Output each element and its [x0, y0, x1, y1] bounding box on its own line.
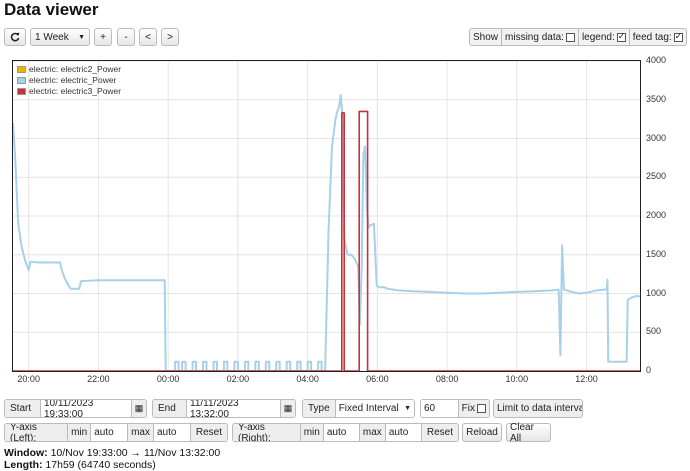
y-right-max-label: max: [358, 424, 386, 441]
feed-tag-toggle[interactable]: feed tag:: [628, 29, 686, 45]
show-label: Show: [473, 31, 499, 43]
y-tick-label: 1000: [646, 287, 667, 298]
x-tick-label: 12:00: [575, 374, 598, 384]
zoom-out-button[interactable]: -: [117, 28, 135, 46]
calendar-icon[interactable]: ▦: [280, 400, 295, 417]
y-tick-label: 1500: [646, 248, 667, 259]
legend-swatch: [17, 66, 26, 73]
legend-toggle-label: legend:: [581, 31, 615, 43]
y-tick-label: 3500: [646, 93, 667, 104]
y-right-max-input[interactable]: auto: [385, 424, 421, 441]
show-options: Show missing data: legend: feed tag:: [469, 28, 687, 46]
y-left-min-label: min: [68, 424, 92, 441]
refresh-icon: [10, 32, 20, 42]
x-tick-label: 08:00: [435, 374, 459, 384]
reload-button[interactable]: Reload: [462, 423, 502, 442]
fix-checkbox[interactable]: [477, 404, 486, 413]
legend-swatch: [17, 88, 26, 95]
x-tick-label: 02:00: [226, 374, 250, 384]
y-tick-label: 500: [646, 326, 662, 337]
feed-tag-checkbox[interactable]: [673, 31, 683, 42]
feed-tag-label: feed tag:: [632, 31, 672, 43]
start-input[interactable]: 10/11/2023 19:33:00: [41, 400, 131, 417]
legend-item: electric: electric2_Power: [17, 64, 121, 75]
chevron-down-icon: ▼: [404, 405, 411, 412]
y-tick-label: 4000: [646, 55, 667, 65]
series-line: [13, 94, 640, 371]
legend-toggle[interactable]: legend:: [577, 29, 629, 45]
type-select[interactable]: Fixed Interval ▼: [335, 400, 414, 417]
y-right-field: Y-axis (Right): min auto max auto Reset: [232, 423, 459, 442]
y-left-max-input[interactable]: auto: [154, 424, 190, 441]
limit-label: Limit to data interval: [497, 403, 583, 414]
pan-right-button[interactable]: >: [161, 28, 179, 46]
y-left-field: Y-axis (Left): min auto max auto Reset: [4, 423, 228, 442]
type-field: Type Fixed Interval ▼: [302, 399, 415, 418]
x-tick-label: 20:00: [17, 374, 40, 384]
y-tick-label: 0: [646, 365, 652, 375]
length-status: Length: 17h59 (64740 seconds): [4, 459, 156, 471]
range-select[interactable]: 1 Week ▼: [30, 28, 90, 46]
clear-all-button[interactable]: Clear All: [506, 422, 551, 444]
missing-data-toggle[interactable]: missing data:: [501, 29, 578, 45]
refresh-button[interactable]: [4, 28, 26, 46]
pan-left-button[interactable]: <: [139, 28, 157, 46]
end-field: End 11/11/2023 13:32:00 ▦: [152, 399, 296, 418]
y-tick-label: 2000: [646, 210, 667, 220]
zoom-in-button[interactable]: +: [94, 28, 112, 46]
legend-checkbox[interactable]: [616, 31, 626, 42]
legend-label: electric: electric_Power: [29, 75, 117, 85]
fix-toggle[interactable]: Fix: [457, 400, 489, 417]
type-label: Type: [303, 400, 336, 417]
window-value: 10/Nov 19:33:00 → 11/Nov 13:32:00: [50, 447, 221, 459]
legend-label: electric: electric3_Power: [29, 86, 122, 96]
chart-legend: electric: electric2_Power electric: elec…: [17, 64, 121, 97]
x-tick-label: 04:00: [296, 374, 319, 384]
legend-swatch: [17, 77, 26, 84]
y-right-label: Y-axis (Right):: [233, 424, 301, 441]
window-status: Window: 10/Nov 19:33:00 → 11/Nov 13:32:0…: [4, 447, 220, 459]
limit-toggle[interactable]: Limit to data interval: [494, 400, 583, 417]
length-value: 17h59 (64740 seconds): [45, 459, 156, 471]
fix-label: Fix: [461, 403, 475, 414]
chart-area[interactable]: [12, 60, 641, 372]
chevron-down-icon: ▼: [78, 33, 85, 41]
end-input[interactable]: 11/11/2023 13:32:00: [187, 400, 280, 417]
y-right-reset-button[interactable]: Reset: [420, 424, 458, 441]
limit-field[interactable]: Limit to data interval: [493, 399, 583, 418]
chart-plot: [13, 61, 640, 371]
interval-field: 60 Fix: [420, 399, 490, 418]
missing-data-label: missing data:: [505, 31, 564, 43]
y-right-min-label: min: [300, 424, 324, 441]
start-label: Start: [5, 400, 41, 417]
calendar-icon[interactable]: ▦: [131, 400, 146, 417]
type-value: Fixed Interval: [338, 403, 399, 414]
y-tick-label: 3000: [646, 132, 667, 143]
page-title: Data viewer: [4, 0, 99, 19]
y-right-min-input[interactable]: auto: [323, 424, 359, 441]
missing-data-checkbox[interactable]: [565, 32, 575, 42]
y-left-max-label: max: [127, 424, 154, 441]
end-label: End: [153, 400, 187, 417]
window-label: Window:: [4, 447, 48, 459]
range-value: 1 Week: [35, 31, 69, 43]
length-label: Length:: [4, 459, 43, 471]
legend-item: electric: electric_Power: [17, 75, 121, 86]
legend-item: electric: electric3_Power: [17, 86, 121, 97]
x-tick-label: 22:00: [87, 374, 110, 384]
y-left-label: Y-axis (Left):: [5, 424, 69, 441]
start-field: Start 10/11/2023 19:33:00 ▦: [4, 399, 147, 418]
y-left-min-input[interactable]: auto: [91, 424, 128, 441]
x-tick-label: 06:00: [366, 374, 389, 384]
legend-label: electric: electric2_Power: [29, 64, 122, 74]
x-tick-label: 10:00: [505, 374, 529, 384]
x-tick-label: 00:00: [156, 374, 180, 384]
y-left-reset-button[interactable]: Reset: [189, 424, 227, 441]
y-tick-label: 2500: [646, 171, 667, 182]
interval-input[interactable]: 60: [421, 400, 458, 417]
